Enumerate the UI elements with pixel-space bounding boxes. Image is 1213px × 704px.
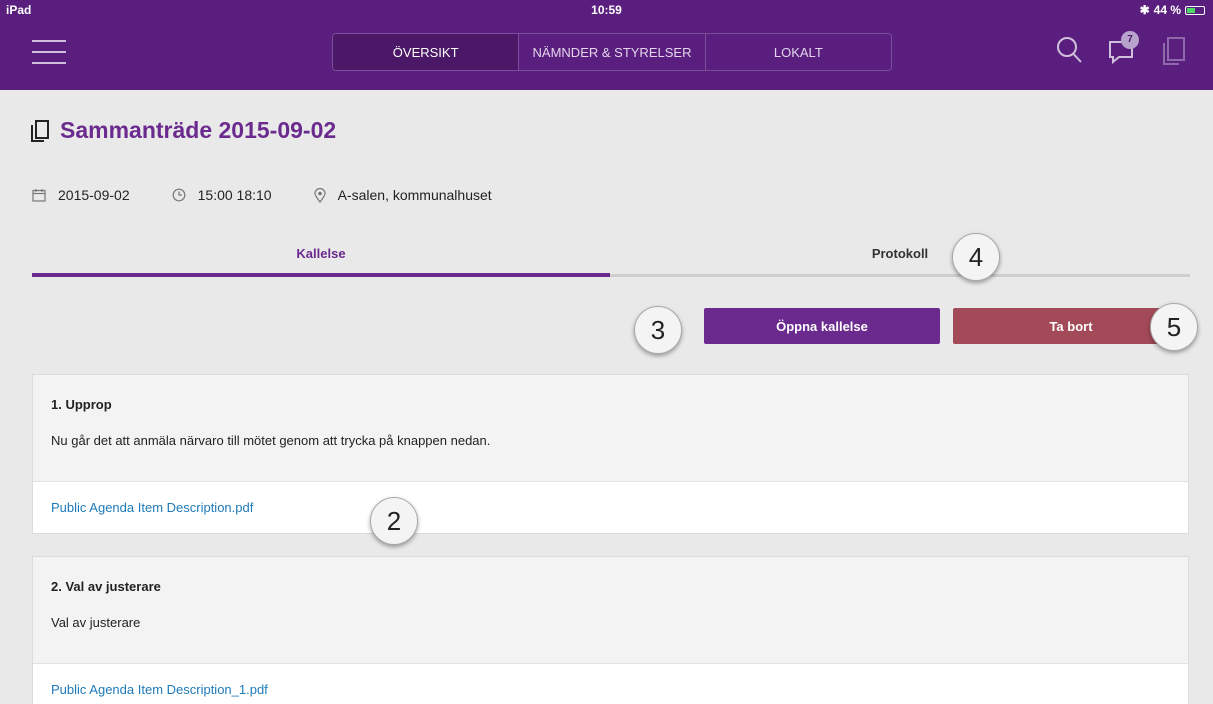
document-icon <box>31 119 49 142</box>
status-time: 10:59 <box>591 3 622 17</box>
bluetooth-icon: ✱ <box>1139 3 1150 17</box>
agenda-item: 2. Val av justerare Val av justerare Pub… <box>32 556 1189 704</box>
meeting-meta: 2015-09-02 15:00 18:10 A-salen, kommunal… <box>32 187 534 203</box>
tab-protokoll[interactable]: Protokoll <box>610 237 1190 277</box>
header-actions: 7 <box>1055 31 1189 66</box>
page-title: Sammanträde 2015-09-02 <box>30 117 336 144</box>
notification-badge: 7 <box>1121 31 1139 49</box>
agenda-item-title: 1. Upprop <box>51 396 112 412</box>
segment-control: Kallelse Protokoll <box>32 237 1190 277</box>
agenda-item-header: 2. Val av justerare Val av justerare <box>33 557 1188 663</box>
app-header: iPad 10:59 ✱ 44 % ÖVERSIKT NÄMNDER & STY… <box>0 0 1213 90</box>
battery-icon <box>1185 5 1205 15</box>
battery-label: 44 % <box>1153 3 1181 17</box>
meeting-date: 2015-09-02 <box>32 187 130 203</box>
chat-icon[interactable]: 7 <box>1107 31 1139 66</box>
open-kallelse-button[interactable]: Öppna kallelse <box>704 308 940 344</box>
meeting-time: 15:00 18:10 <box>172 187 272 203</box>
tab-kallelse[interactable]: Kallelse <box>32 237 610 277</box>
meeting-location: A-salen, kommunalhuset <box>313 187 492 203</box>
status-right: ✱ 44 % <box>1140 3 1205 17</box>
callout-marker: 3 <box>634 306 682 354</box>
main-nav-tabs: ÖVERSIKT NÄMNDER & STYRELSER LOKALT <box>332 33 892 71</box>
agenda-item-header: 1. Upprop Nu går det att anmäla närvaro … <box>33 375 1188 481</box>
menu-icon[interactable] <box>32 40 66 64</box>
callout-marker: 4 <box>952 233 1000 281</box>
tab-oversikt[interactable]: ÖVERSIKT <box>333 34 520 70</box>
location-pin-icon <box>313 187 326 203</box>
documents-icon[interactable] <box>1159 34 1189 66</box>
agenda-item: 1. Upprop Nu går det att anmäla närvaro … <box>32 374 1189 534</box>
status-bar: iPad 10:59 ✱ 44 % <box>0 0 1213 20</box>
meeting-title: Sammanträde 2015-09-02 <box>60 117 337 143</box>
callout-marker: 5 <box>1150 303 1198 351</box>
agenda-item-description: Val av justerare <box>51 615 141 630</box>
tab-namnder-styrelser[interactable]: NÄMNDER & STYRELSER <box>519 34 706 70</box>
agenda-item-title: 2. Val av justerare <box>51 578 161 594</box>
callout-marker: 2 <box>370 497 418 545</box>
agenda-item-description: Nu går det att anmäla närvaro till mötet… <box>51 433 491 448</box>
agenda-file-link[interactable]: Public Agenda Item Description.pdf <box>33 481 1188 533</box>
meeting-location-value: A-salen, kommunalhuset <box>337 187 492 203</box>
meeting-date-value: 2015-09-02 <box>58 187 130 203</box>
calendar-icon <box>32 189 46 202</box>
clock-icon <box>172 188 186 202</box>
agenda-file-link[interactable]: Public Agenda Item Description_1.pdf <box>33 663 1188 704</box>
search-icon[interactable] <box>1055 34 1085 66</box>
meeting-time-value: 15:00 18:10 <box>197 187 272 203</box>
tab-lokalt[interactable]: LOKALT <box>706 34 891 70</box>
